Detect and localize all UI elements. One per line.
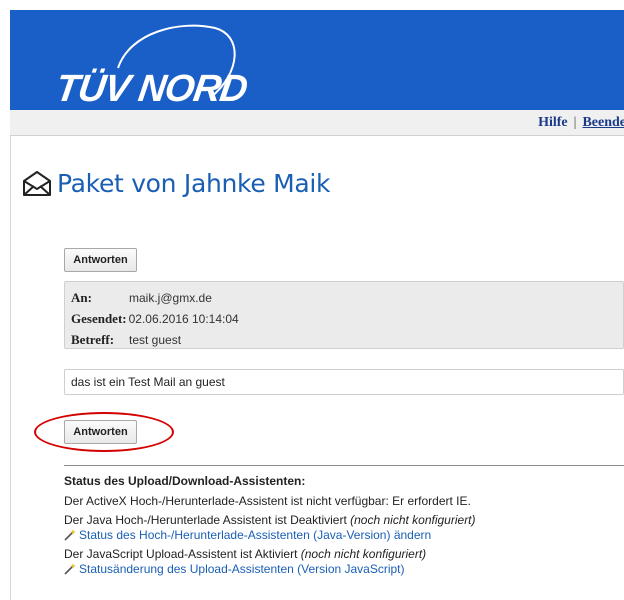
java-status-text: Der Java Hoch-/Herunterlade Assistent is… [64, 513, 347, 527]
page-title: Paket von Jahnke Maik [57, 168, 331, 198]
js-status: Der JavaScript Upload-Assistent ist Akti… [64, 547, 624, 561]
sent-value: 02.06.2016 10:14:04 [128, 312, 239, 326]
sent-row: Gesendet: 02.06.2016 10:14:04 [71, 311, 239, 327]
to-value: maik.j@gmx.de [129, 291, 212, 305]
activex-status: Der ActiveX Hoch-/Herunterlade-Assistent… [64, 494, 471, 508]
wand-icon [64, 563, 76, 575]
open-envelope-icon [23, 171, 51, 196]
java-status-action[interactable]: Status des Hoch-/Herunterlade-Assistente… [64, 528, 624, 542]
java-status-note: (noch nicht konfiguriert) [350, 513, 476, 527]
java-status: Der Java Hoch-/Herunterlade Assistent is… [64, 513, 624, 527]
exit-link[interactable]: Beende [582, 115, 624, 130]
menu-separator: | [573, 115, 577, 130]
reply-button-bottom[interactable]: Antworten [64, 420, 137, 444]
js-status-text: Der JavaScript Upload-Assistent ist Akti… [64, 547, 298, 561]
message-header-box: An: maik.j@gmx.de Gesendet: 02.06.2016 10:… [64, 281, 624, 349]
wand-icon [64, 529, 76, 541]
help-link[interactable]: Hilfe [538, 115, 568, 130]
sent-label: Gesendet: [71, 311, 127, 326]
reply-button-top[interactable]: Antworten [64, 248, 137, 272]
subject-value: test guest [129, 333, 182, 347]
top-menu-bar: Hilfe | Beende [10, 110, 624, 136]
header-banner: TÜV NORD [10, 10, 624, 110]
js-status-link[interactable]: Statusänderung des Upload-Assistenten (V… [79, 562, 405, 576]
message-body: das ist ein Test Mail an guest [64, 369, 624, 395]
section-divider [64, 465, 624, 466]
left-divider [10, 136, 11, 600]
tuv-nord-logo[interactable]: TÜV NORD [53, 68, 249, 110]
assistant-status-section: Status des Upload/Download-Assistenten: … [64, 474, 624, 581]
java-status-link[interactable]: Status des Hoch-/Herunterlade-Assistente… [79, 528, 431, 542]
subject-label: Betreff: [71, 332, 115, 347]
status-title: Status des Upload/Download-Assistenten: [64, 474, 306, 488]
to-row: An: maik.j@gmx.de [71, 290, 212, 306]
page-title-row: Paket von Jahnke Maik [21, 166, 330, 200]
subject-row: Betreff: test guest [71, 332, 181, 348]
js-status-note: (noch nicht konfiguriert) [300, 547, 427, 561]
to-label: An: [71, 290, 92, 305]
menu-links: Hilfe | Beende [538, 115, 624, 131]
js-status-action[interactable]: Statusänderung des Upload-Assistenten (V… [64, 562, 624, 576]
